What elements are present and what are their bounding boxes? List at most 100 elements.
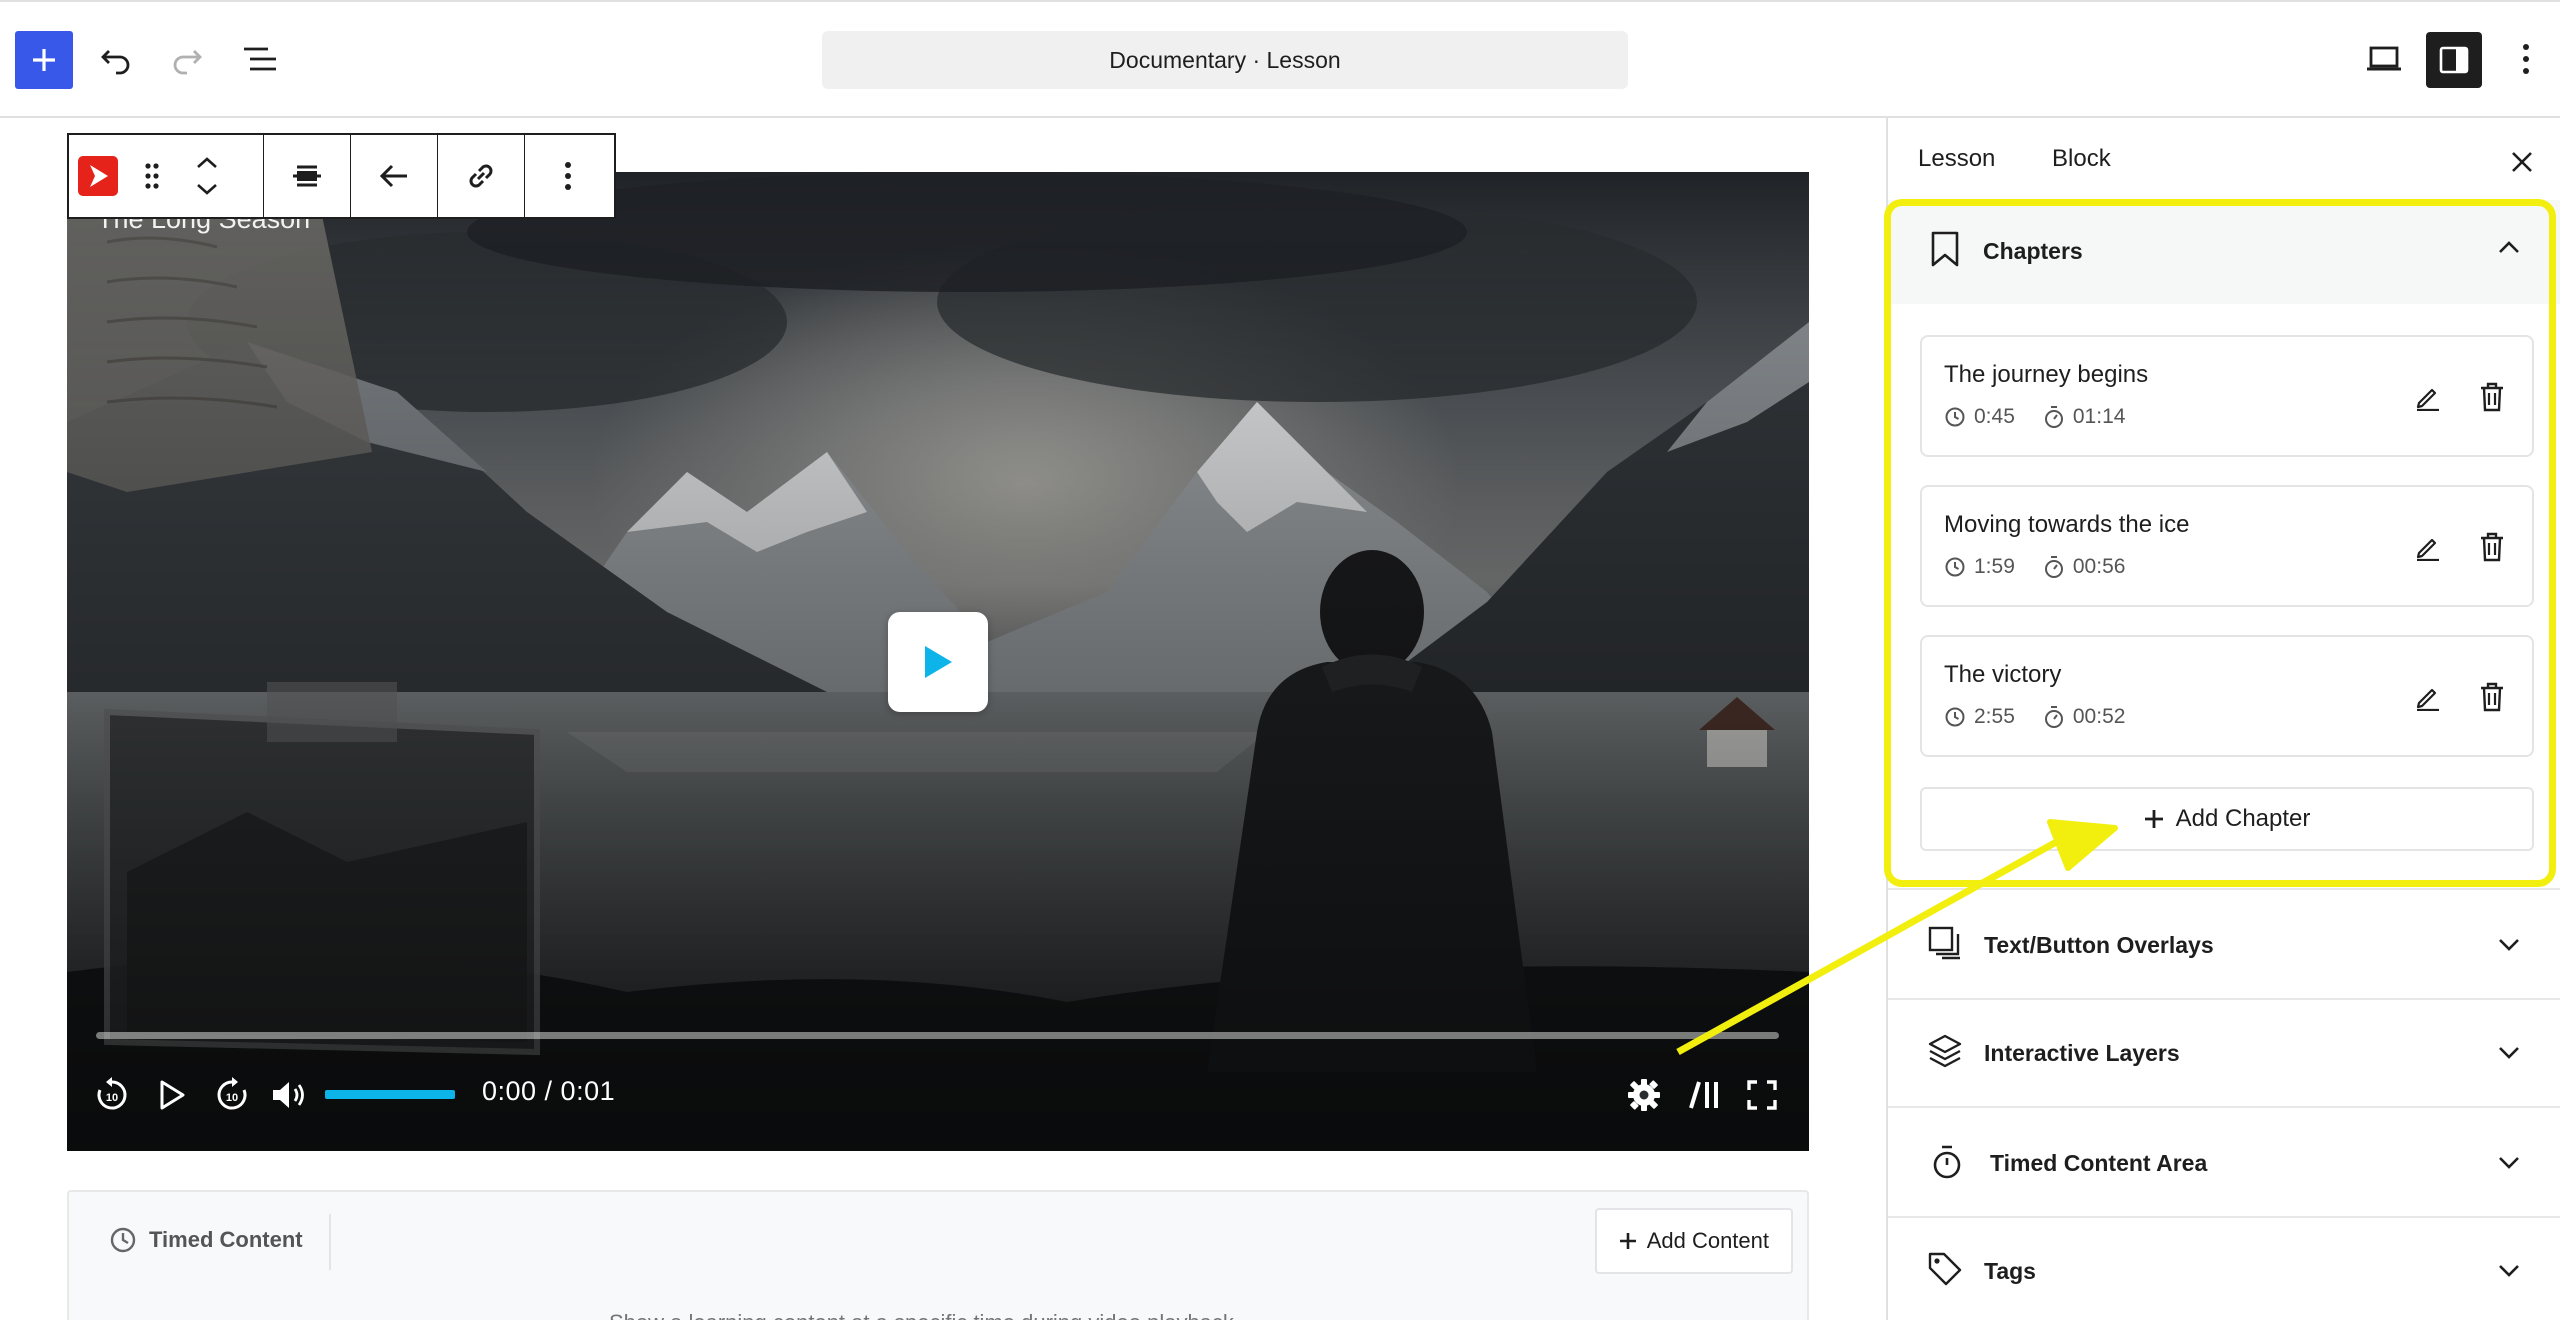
- interactive-layers-label: Interactive Layers: [1984, 1040, 2180, 1066]
- chapters-title: Chapters: [1983, 238, 2083, 264]
- add-content-button[interactable]: Add Content: [1594, 1208, 1793, 1274]
- chapter-item[interactable]: The journey begins 0:45 01:14: [1920, 335, 2534, 457]
- play-icon: [925, 646, 952, 678]
- redo-button[interactable]: [157, 29, 217, 89]
- chevron-down-icon: [2499, 939, 2519, 951]
- add-chapter-label: Add Chapter: [2175, 805, 2311, 832]
- undo-button[interactable]: [86, 29, 146, 89]
- preview-button[interactable]: [2354, 29, 2414, 89]
- trash-icon: [2481, 532, 2503, 562]
- chevron-up-icon[interactable]: [196, 157, 218, 169]
- document-title[interactable]: Documentary · Lesson: [822, 31, 1628, 89]
- delete-chapter-button[interactable]: [2470, 525, 2514, 569]
- undo-icon: [101, 50, 130, 75]
- stopwatch-icon: [1933, 1145, 1961, 1179]
- block-options-button[interactable]: [525, 135, 611, 217]
- more-vertical-icon: [2523, 44, 2529, 74]
- volume-icon: [273, 1082, 304, 1108]
- forward-10-button[interactable]: 10: [207, 1070, 257, 1120]
- plus-icon: [2144, 810, 2163, 828]
- chapter-duration: 00:56: [2043, 555, 2126, 579]
- drag-icon: [145, 163, 159, 189]
- edit-chapter-button[interactable]: [2406, 375, 2450, 419]
- document-overview-button[interactable]: [230, 29, 290, 89]
- tag-icon: [1928, 1252, 1962, 1286]
- pencil-icon: [2416, 388, 2439, 411]
- chapter-meta: 0:45 01:14: [1944, 405, 2153, 429]
- tags-panel[interactable]: Tags: [1888, 1216, 2560, 1320]
- video-player[interactable]: The Long Season 10 10 0:00 / 0:01: [67, 172, 1809, 1151]
- link-icon: [469, 164, 493, 188]
- chapter-duration: 01:14: [2043, 405, 2126, 429]
- timed-content-description: Show a learning content at a specific ti…: [609, 1310, 1234, 1320]
- chapter-title: Moving towards the ice: [1944, 511, 2190, 538]
- fullscreen-icon: [1747, 1080, 1777, 1110]
- drag-handle[interactable]: [127, 135, 177, 217]
- text-button-overlays-panel[interactable]: Text/Button Overlays: [1888, 888, 2560, 998]
- close-sidebar-button[interactable]: [2502, 142, 2542, 182]
- gear-icon: [1628, 1079, 1660, 1111]
- trash-icon: [2481, 382, 2503, 412]
- delete-chapter-button[interactable]: [2470, 675, 2514, 719]
- svg-text:10: 10: [226, 1092, 238, 1104]
- chapters-panel-header[interactable]: Chapters: [1888, 200, 2560, 304]
- clock-icon: [1945, 557, 1965, 577]
- edit-chapter-button[interactable]: [2406, 525, 2450, 569]
- block-type-button[interactable]: [69, 135, 127, 217]
- clock-icon: [1945, 407, 1965, 427]
- tab-block[interactable]: Block: [2052, 145, 2111, 173]
- chapter-duration-time: 00:52: [2072, 705, 2126, 728]
- move-block-controls[interactable]: [177, 135, 237, 217]
- text-button-overlays-label: Text/Button Overlays: [1984, 932, 2214, 958]
- play-button[interactable]: [147, 1070, 197, 1120]
- chapter-item[interactable]: Moving towards the ice 1:59 00:56: [1920, 485, 2534, 607]
- overlays-icon: [1928, 926, 1960, 960]
- volume-slider[interactable]: [325, 1090, 455, 1099]
- delete-chapter-button[interactable]: [2470, 375, 2514, 419]
- add-block-button[interactable]: [15, 31, 73, 89]
- stopwatch-icon: [2044, 706, 2063, 728]
- chapter-start-time: 1:59: [1974, 555, 2015, 578]
- timed-content-label: Timed Content: [149, 1227, 303, 1252]
- sidebar-tabs: Lesson Block: [1888, 118, 2560, 202]
- pencil-icon: [2416, 688, 2439, 711]
- chapter-start: 2:55: [1944, 705, 2015, 729]
- back-button[interactable]: [351, 135, 437, 217]
- align-button[interactable]: [264, 135, 350, 217]
- rewind-10-button[interactable]: 10: [87, 1070, 137, 1120]
- fullscreen-button[interactable]: [1737, 1070, 1787, 1120]
- block-toolbar: [67, 133, 616, 219]
- sidebar-icon: [2439, 46, 2469, 74]
- big-play-button[interactable]: [888, 612, 988, 712]
- list-view-icon: [244, 47, 276, 71]
- timed-content-area-panel[interactable]: Timed Content Area: [1888, 1106, 2560, 1216]
- chevron-down-icon: [2499, 1047, 2519, 1059]
- pencil-icon: [2416, 538, 2439, 561]
- chapters-button[interactable]: [1679, 1070, 1729, 1120]
- chapters-icon: [1689, 1081, 1718, 1109]
- chapter-duration-time: 00:56: [2072, 555, 2126, 578]
- chapter-meta: 2:55 00:52: [1944, 705, 2153, 729]
- options-button[interactable]: [2496, 29, 2556, 89]
- chapter-item[interactable]: The victory 2:55 00:52: [1920, 635, 2534, 757]
- settings-button[interactable]: [1619, 1070, 1669, 1120]
- video-progress-bar[interactable]: [96, 1032, 1779, 1039]
- chapter-duration-time: 01:14: [2072, 405, 2126, 428]
- chapter-title: The victory: [1944, 661, 2062, 688]
- chevron-down-icon[interactable]: [196, 183, 218, 195]
- mute-button[interactable]: [265, 1070, 315, 1120]
- interactive-layers-panel[interactable]: Interactive Layers: [1888, 998, 2560, 1106]
- link-button[interactable]: [438, 135, 524, 217]
- tab-lesson[interactable]: Lesson: [1918, 145, 1995, 173]
- playback-time: 0:00 / 0:01: [482, 1076, 616, 1106]
- add-chapter-button[interactable]: Add Chapter: [1920, 787, 2534, 851]
- plus-icon: [1619, 1233, 1636, 1249]
- stopwatch-icon: [2044, 406, 2063, 428]
- desktop-icon: [2367, 46, 2401, 71]
- edit-chapter-button[interactable]: [2406, 675, 2450, 719]
- chevron-down-icon: [2499, 1265, 2519, 1277]
- more-vertical-icon: [565, 162, 571, 190]
- settings-sidebar-toggle[interactable]: [2426, 32, 2482, 88]
- stopwatch-icon: [2044, 556, 2063, 578]
- redo-icon: [173, 50, 202, 75]
